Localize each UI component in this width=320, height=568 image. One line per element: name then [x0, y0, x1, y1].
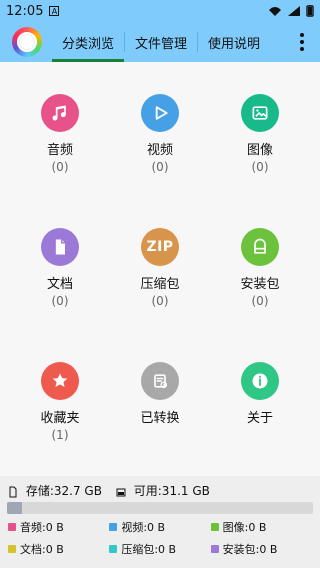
legend-label: 压缩包:0 B — [121, 543, 177, 556]
status-left: 12:05 A — [6, 3, 60, 19]
legend-label: 视频:0 B — [121, 521, 166, 534]
category-label: 视频 — [146, 143, 173, 158]
tab-bar: 分类浏览 文件管理 使用说明 — [52, 22, 270, 62]
legend-item-archives: 压缩包:0 B — [109, 541, 210, 557]
category-about[interactable]: 关于 — [207, 362, 313, 428]
category-label: 已转换 — [140, 411, 180, 426]
category-count: (0) — [51, 160, 69, 174]
package-icon — [241, 228, 279, 266]
category-label: 图像 — [246, 143, 273, 158]
star-icon — [41, 362, 79, 400]
info-icon — [241, 362, 279, 400]
category-grid: 音频 (0) 视频 (0) 图像 (0) 文档 (0) ZIP 压缩包 (0) … — [0, 62, 320, 466]
storage-usage-fill — [7, 502, 22, 514]
category-count: (0) — [151, 160, 169, 174]
storage-available-icon — [116, 488, 126, 496]
category-archives[interactable]: ZIP 压缩包 (0) — [107, 228, 213, 308]
legend-swatch — [210, 545, 219, 553]
category-count: (1) — [51, 428, 69, 442]
category-label: 文档 — [46, 277, 73, 292]
legend-item-installers: 安装包:0 B — [210, 541, 312, 557]
category-label: 压缩包 — [140, 277, 180, 292]
document-icon — [41, 228, 79, 266]
more-options-icon[interactable] — [292, 31, 312, 53]
tab-category-browse[interactable]: 分类浏览 — [52, 22, 125, 62]
legend-label: 图像:0 B — [222, 521, 267, 534]
category-count: (0) — [51, 294, 69, 308]
music-note-icon — [41, 94, 79, 132]
storage-panel: 存储:32.7 GB 可用:31.1 GB 音频:0 B 视频:0 B 图像:0… — [0, 476, 320, 568]
category-count: (0) — [251, 294, 269, 308]
battery-icon — [306, 5, 314, 17]
category-favorites[interactable]: 收藏夹 (1) — [7, 362, 113, 442]
category-label: 音频 — [46, 143, 73, 158]
storage-icon — [9, 486, 17, 497]
status-time: 12:05 — [6, 3, 44, 19]
play-icon — [141, 94, 179, 132]
legend-item-image: 图像:0 B — [210, 519, 312, 535]
storage-total-label: 存储:32.7 GB — [25, 484, 102, 498]
image-icon — [241, 94, 279, 132]
storage-available: 可用:31.1 GB — [116, 482, 210, 499]
legend-swatch — [8, 545, 16, 553]
legend-item-documents: 文档:0 B — [8, 541, 109, 557]
legend-item-audio: 音频:0 B — [8, 519, 109, 535]
app-topbar: 分类浏览 文件管理 使用说明 — [0, 22, 320, 62]
tab-category-browse-label: 分类浏览 — [62, 36, 115, 52]
status-icons — [268, 5, 314, 17]
category-installers[interactable]: 安装包 (0) — [207, 228, 313, 308]
tab-file-manager[interactable]: 文件管理 — [125, 22, 197, 62]
storage-legend: 音频:0 B 视频:0 B 图像:0 B 文档:0 B 压缩包:0 B 安装包:… — [8, 519, 312, 557]
storage-usage-bar — [7, 502, 313, 514]
category-documents[interactable]: 文档 (0) — [7, 228, 113, 308]
wifi-icon — [269, 7, 281, 16]
legend-label: 音频:0 B — [20, 521, 64, 534]
legend-label: 安装包:0 B — [222, 543, 278, 556]
storage-total: 存储:32.7 GB — [8, 482, 102, 499]
legend-label: 文档:0 B — [20, 543, 64, 556]
category-video[interactable]: 视频 (0) — [107, 94, 213, 174]
zip-icon: ZIP — [141, 228, 179, 266]
zip-icon-text: ZIP — [146, 239, 174, 255]
category-converted[interactable]: 已转换 — [107, 362, 213, 428]
tab-instructions[interactable]: 使用说明 — [198, 22, 270, 62]
storage-summary: 存储:32.7 GB 可用:31.1 GB — [8, 482, 312, 499]
category-label: 安装包 — [240, 277, 280, 292]
category-grid-area: 音频 (0) 视频 (0) 图像 (0) 文档 (0) ZIP 压缩包 (0) … — [0, 62, 320, 466]
legend-item-video: 视频:0 B — [109, 519, 210, 535]
legend-swatch — [210, 523, 219, 531]
notification-icon: A — [49, 6, 60, 16]
tab-instructions-label: 使用说明 — [208, 36, 261, 52]
legend-swatch — [109, 523, 118, 531]
status-bar: 12:05 A — [0, 0, 320, 22]
legend-swatch — [8, 523, 16, 531]
category-image[interactable]: 图像 (0) — [207, 94, 313, 174]
category-count: (0) — [251, 160, 269, 174]
tab-file-manager-label: 文件管理 — [135, 36, 188, 52]
app-logo-icon — [12, 27, 42, 57]
category-label: 关于 — [246, 411, 273, 426]
converted-file-icon — [141, 362, 179, 400]
storage-available-label: 可用:31.1 GB — [133, 484, 210, 498]
category-count: (0) — [151, 294, 169, 308]
category-label: 收藏夹 — [40, 411, 80, 426]
legend-swatch — [109, 545, 118, 553]
category-audio[interactable]: 音频 (0) — [7, 94, 113, 174]
signal-icon — [288, 6, 300, 16]
